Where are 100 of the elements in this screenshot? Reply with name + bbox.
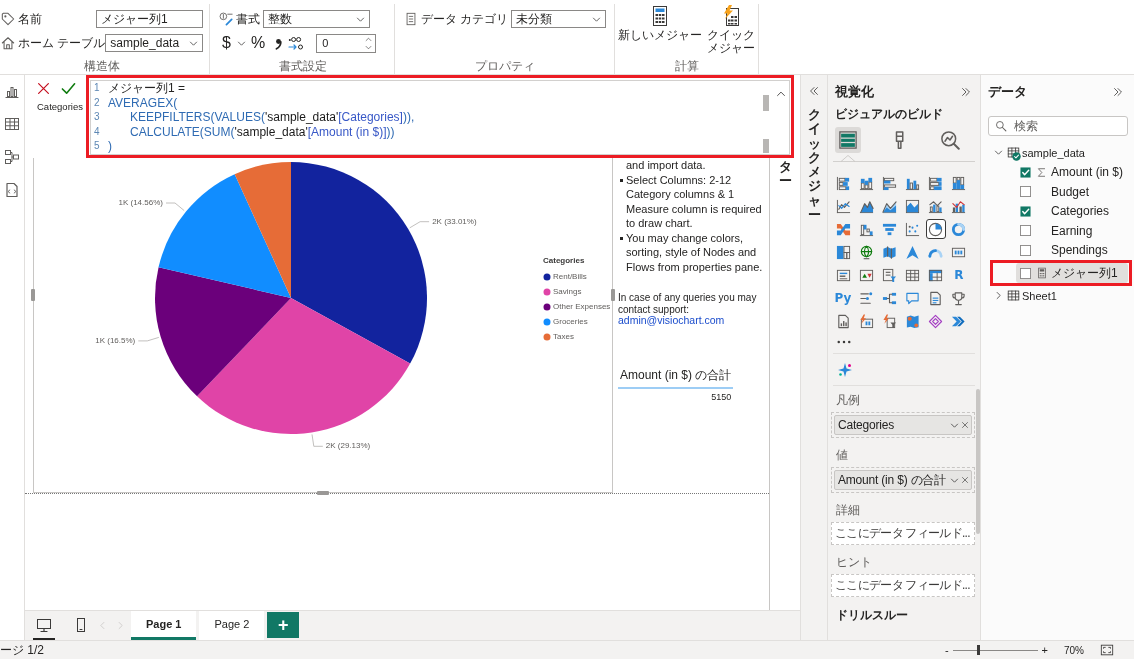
pane-title: 視覚化 [835,82,874,101]
legend-label[interactable]: Rent/Bills [553,272,587,282]
checkbox[interactable] [1020,244,1031,256]
double-chevron-left-icon[interactable] [809,86,819,96]
scrollbar-thumb[interactable] [763,95,769,111]
table-icon [1007,289,1020,303]
page-tab[interactable]: Page 1 [131,611,197,640]
tag-icon [1,12,15,26]
calculator-lightning-icon [722,5,739,27]
pie-slice[interactable] [291,162,427,364]
fit-to-page-icon[interactable] [1100,643,1114,657]
double-chevron-right-icon[interactable] [1113,86,1123,97]
home-table-dropdown[interactable]: sample_data [105,34,203,52]
group-label: 構造体 [83,60,121,73]
chevron-down-icon[interactable] [950,420,959,430]
table-tree-item[interactable]: sample_data [988,143,1085,163]
field-tree-item[interactable]: メジャー列1 [1016,263,1128,283]
chevron-down-icon[interactable] [236,38,246,48]
checkbox[interactable] [1020,225,1031,237]
close-icon[interactable] [961,476,969,484]
leader-line [311,434,324,447]
section-title: ビジュアルのビルド [834,106,943,123]
data-label: 2K (29.13%) [325,441,371,451]
pie-slice[interactable] [197,298,411,434]
table-icon[interactable] [4,116,20,132]
new-measure-button[interactable]: 新しいメジャー [618,5,703,55]
search-field[interactable]: 検索 [988,116,1128,136]
calculator-icon [1035,267,1048,279]
column-header[interactable]: Amount (in $) の合計 [618,366,734,389]
chevron-down-icon [592,14,601,24]
leader-line [165,202,185,211]
quick-measure-button[interactable]: クイックメジャー [706,5,755,55]
sigma-icon [1036,166,1047,178]
checkbox[interactable] [1020,205,1031,217]
resize-handle[interactable] [317,491,329,495]
percent-button[interactable]: % [250,34,266,52]
field-chip[interactable]: Amount (in $) の合計 [834,470,972,490]
drop-field[interactable]: ここにデータ フィールド... [831,522,975,545]
leader-line [409,221,430,229]
legend-label[interactable]: Other Expenses [553,302,611,312]
decimal-places-icon[interactable] [288,35,305,51]
more-icon[interactable] [837,340,851,344]
build-visual-icon[interactable] [835,127,861,153]
pie-slice[interactable] [234,162,291,298]
close-icon[interactable] [961,421,969,429]
contact-text: In case of any queries you may contact support: [618,292,758,315]
resize-handle[interactable] [611,289,615,301]
group-label: 計算 [673,60,700,73]
field-label: データ カテゴリ [421,10,509,28]
data-category-dropdown[interactable]: 未分類 [511,10,606,28]
zoom-out-button[interactable]: - [944,644,949,656]
checkbox[interactable] [1020,166,1031,178]
checkbox[interactable] [1020,186,1031,198]
legend-title: Categories [543,256,585,266]
number-format-icon [219,12,233,26]
pane-label[interactable]: ター [778,160,792,189]
pie-chart-icon[interactable] [925,219,946,239]
field-tree-item[interactable]: Earning [1016,221,1128,241]
line-number: 2 [93,95,101,110]
table-icon [1007,146,1020,160]
add-page-button[interactable]: + [267,612,300,638]
data-label: 1K (14.56%) [118,198,163,208]
chevron-down-icon [356,14,365,24]
pane-label[interactable]: クイックメジャー [807,108,821,223]
currency-button[interactable]: $ [222,34,231,52]
field-chip[interactable]: Categories [834,415,972,435]
resize-handle[interactable] [31,289,35,301]
zoom-in-button[interactable]: + [1041,644,1048,656]
chevron-up-icon[interactable] [776,89,786,99]
sparkle-icon[interactable] [837,362,853,378]
checkbox[interactable] [1020,267,1031,279]
legend-label[interactable]: Groceries [553,317,588,327]
line-number: 5 [93,139,101,154]
field-tree-item[interactable]: Spendings [1016,240,1128,260]
field-tree-item[interactable]: Categories [1016,201,1128,221]
formula-editor[interactable]: 1 メジャー列1 = 2 AVERAGEX( 3 KEEPFILTERS(VALUES('sample_data'[Categories])), 4 CALCULATE(SUM('sample_data'[Amount (in $)])) 5 ) [90,80,790,155]
name-field[interactable]: メジャー列1 [96,10,203,28]
calculator-icon [652,5,669,27]
checkmark-icon[interactable] [61,81,76,96]
chevron-right-icon[interactable] [994,291,1003,301]
legend-label[interactable]: Savings [553,287,582,297]
scrollbar-thumb[interactable] [976,389,980,534]
field-tree-item[interactable]: Budget [1016,182,1128,202]
drop-field[interactable]: ここにデータ フィールド... [831,574,975,597]
page-tab[interactable]: Page 2 [199,611,265,640]
slider-thumb[interactable] [976,645,980,655]
code-document-icon[interactable] [4,182,20,198]
diagram-icon[interactable] [4,149,20,165]
legend-label[interactable]: Taxes [553,332,574,342]
section-title: ドリルスルー [835,607,908,624]
pie-slice[interactable] [155,267,291,397]
email-link[interactable]: admin@visiochart.com [618,314,725,326]
cancel-icon[interactable] [37,82,50,95]
table-tree-item[interactable]: Sheet1 [988,286,1057,306]
chevron-down-icon[interactable] [994,148,1003,158]
double-chevron-right-icon[interactable] [961,86,971,97]
field-tree-item[interactable]: Amount (in $) [1016,162,1128,182]
chevron-down-icon[interactable] [950,475,959,485]
well-label: 値 [835,448,848,462]
format-dropdown[interactable]: 整数 [263,10,370,28]
